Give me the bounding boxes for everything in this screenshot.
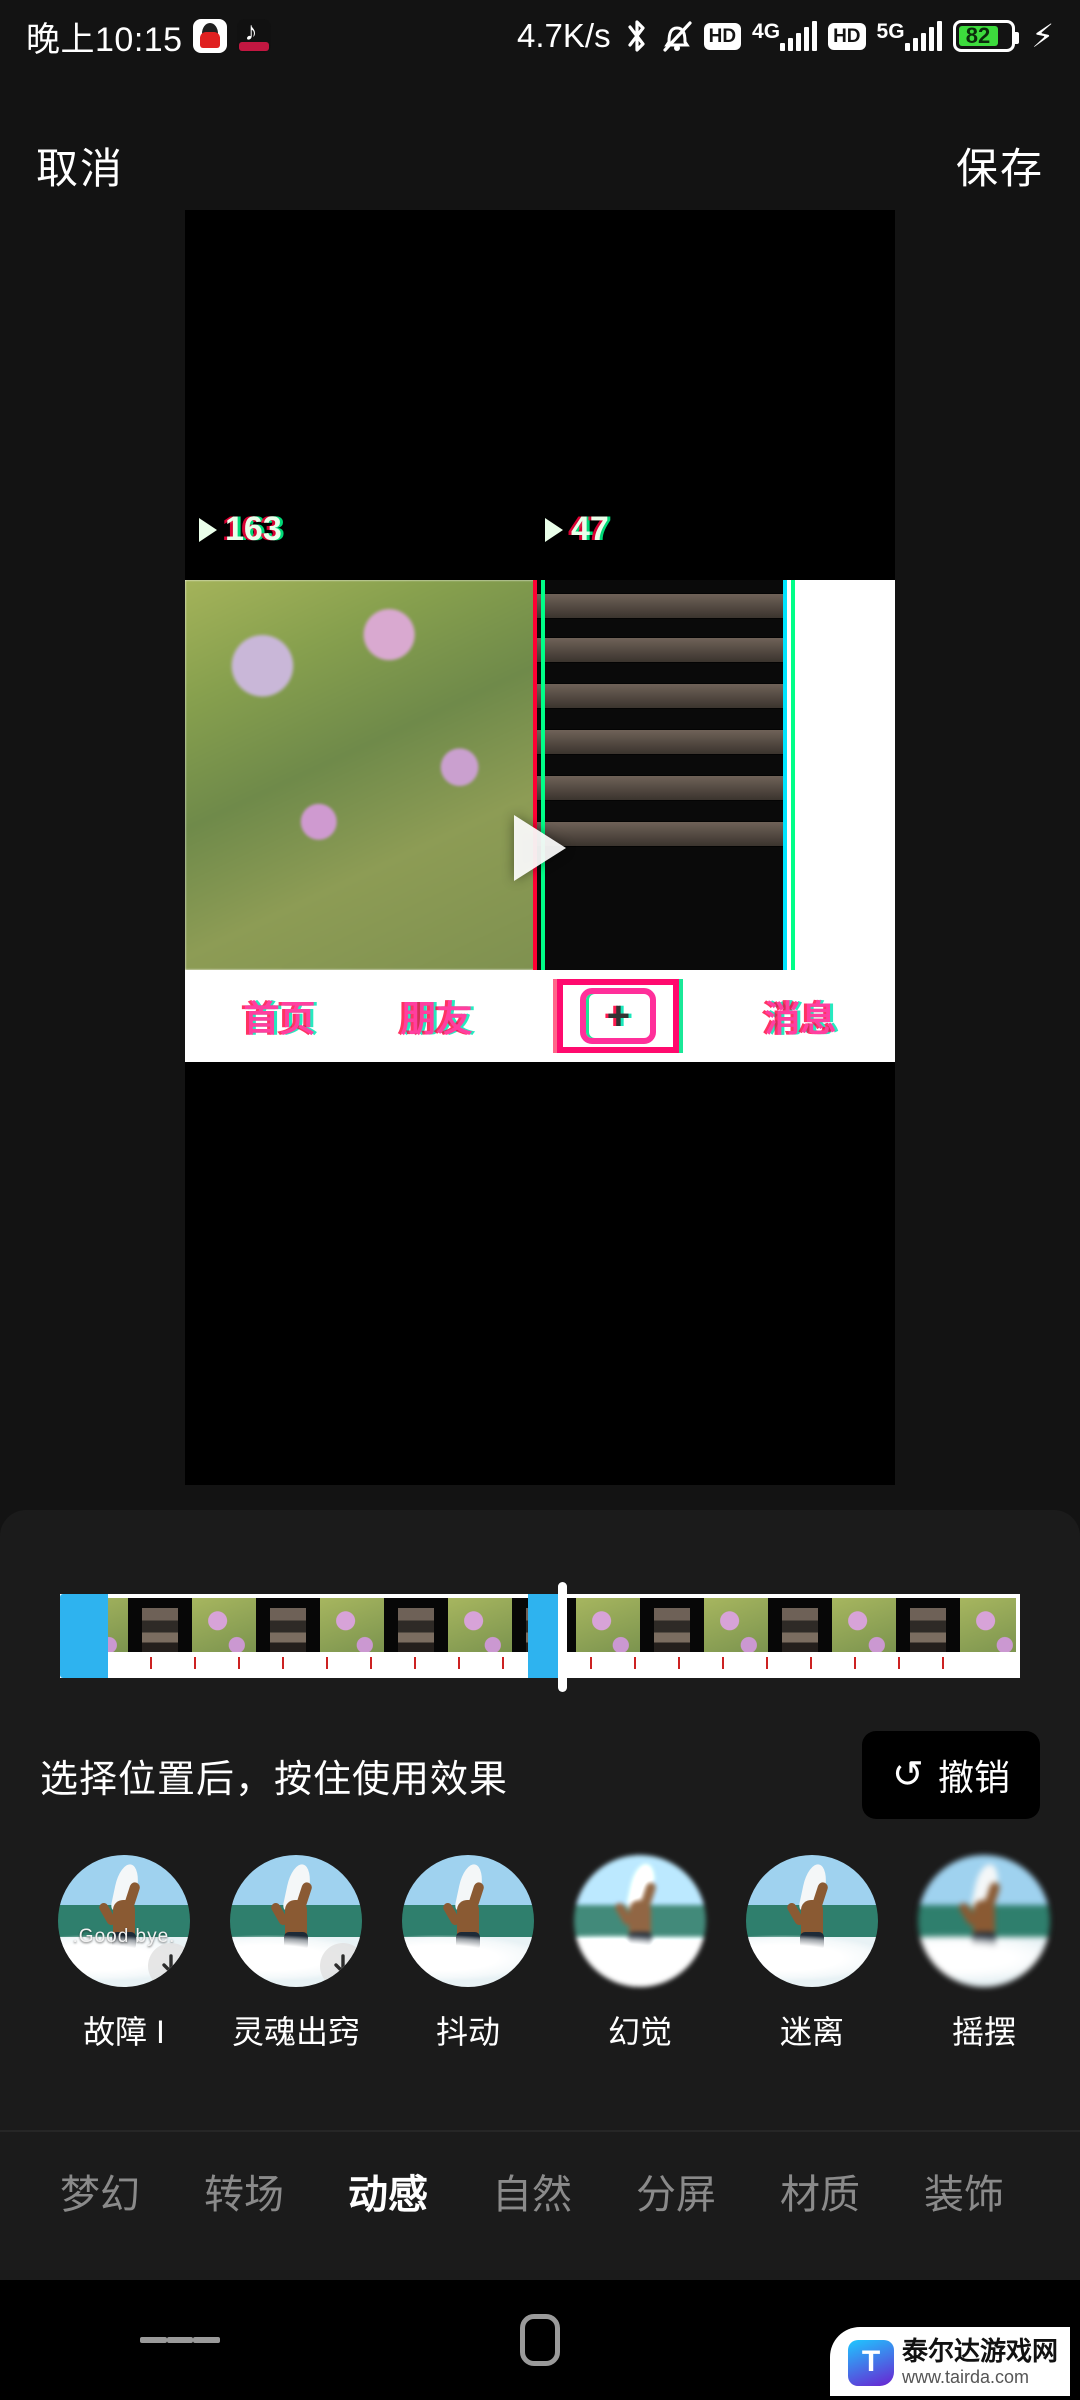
hd-icon-sim1: HD (703, 22, 742, 50)
view-count-left: 163 (199, 510, 282, 549)
bluetooth-icon (624, 19, 650, 53)
effect-item-illusion[interactable]: 幻觉 (554, 1855, 726, 2053)
signal-bars-sim1 (780, 21, 818, 51)
tab-decoration[interactable]: 装饰 (892, 2162, 1036, 2220)
timeline-selection-end-handle[interactable] (528, 1594, 562, 1678)
plus-label: + (606, 994, 631, 1038)
video-preview[interactable]: 163 47 首页 朋友 + 消息 (185, 210, 895, 1485)
cancel-button[interactable]: 取消 (36, 135, 124, 196)
charging-bolt-icon: ⚡ (1031, 18, 1054, 54)
network-speed: 4.7K/s (517, 17, 611, 54)
plus-icon: + (580, 988, 657, 1044)
preview-app-navbar: 首页 朋友 + 消息 (185, 970, 895, 1062)
effect-item-glitch-1[interactable]: .Good bye. 故障 I (38, 1855, 210, 2053)
signal-sim2: 5G (876, 20, 942, 51)
tab-split-screen[interactable]: 分屏 (604, 2162, 748, 2220)
home-icon[interactable] (500, 2310, 580, 2370)
status-time: 晚上10:15 (26, 20, 183, 59)
effect-thumbnail[interactable] (230, 1855, 362, 1987)
status-bar: 晚上10:15 4.7K/s HD 4G (0, 0, 1080, 72)
battery-level: 82 (958, 23, 998, 48)
preview-nav-messages: 消息 (764, 998, 837, 1039)
watermark-site-name: 泰尔达游戏网 (901, 2336, 1058, 2367)
effect-thumbnail[interactable] (918, 1855, 1050, 1987)
screen-root: 晚上10:15 4.7K/s HD 4G (0, 0, 1080, 2400)
effect-label: 迷离 (779, 2014, 844, 2050)
android-navbar[interactable]: ‹ 泰尔达游戏网 www.tairda.com (0, 2280, 1080, 2400)
network-gen-sim1: 4G (752, 20, 781, 43)
tab-dreamy[interactable]: 梦幻 (28, 2162, 172, 2220)
view-count-right: 47 (545, 510, 609, 549)
download-check-icon (148, 1943, 190, 1987)
effect-item-blur[interactable]: 迷离 (726, 1855, 898, 2053)
hint-row: 选择位置后，按住使用效果 ↻ 撤销 (0, 1720, 1080, 1830)
tab-natural[interactable]: 自然 (460, 2162, 604, 2220)
undo-icon: ↻ (892, 1754, 924, 1796)
category-tabs[interactable]: 梦幻 转场 动感 自然 分屏 材质 装饰 (0, 2130, 1080, 2250)
play-count-icon-right (545, 517, 563, 542)
status-bar-left: 晚上10:15 (26, 12, 271, 61)
tiktok-icon (236, 19, 271, 53)
effect-thumbnail[interactable]: .Good bye. (58, 1855, 190, 1987)
mute-icon (661, 19, 693, 53)
editor-header: 取消 保存 (0, 120, 1080, 210)
battery-icon: 82 (952, 20, 1019, 52)
effect-item-shake[interactable]: 抖动 (382, 1855, 554, 2053)
undo-label: 撤销 (937, 1757, 1010, 1798)
status-bar-right: 4.7K/s HD 4G HD 5G 82 ⚡ (517, 17, 1054, 55)
tab-dynamic[interactable]: 动感 (316, 2162, 460, 2220)
preview-nav-create-button: + (557, 979, 680, 1053)
tab-transition[interactable]: 转场 (172, 2162, 316, 2220)
video-preview-area[interactable]: 163 47 首页 朋友 + 消息 (0, 210, 1080, 1510)
effect-label: 故障 I (83, 2014, 165, 2050)
signal-sim1: 4G (752, 20, 818, 51)
network-gen-sim2: 5G (876, 20, 905, 43)
effect-label: 抖动 (435, 2014, 500, 2050)
watermark-site-url: www.tairda.com (901, 2367, 1030, 2388)
effect-thumbnail[interactable] (574, 1855, 706, 1987)
effect-item-sway[interactable]: 摇摆 (898, 1855, 1070, 2053)
preview-view-counts: 163 47 (185, 510, 895, 570)
preview-nav-home: 首页 (243, 998, 316, 1039)
timeline-selection-start-handle[interactable] (60, 1594, 108, 1678)
timeline-playhead[interactable] (558, 1582, 567, 1692)
play-icon[interactable] (514, 814, 566, 881)
effect-label: 灵魂出窍 (231, 2014, 360, 2050)
effect-item-soul-out[interactable]: 灵魂出窍 (210, 1855, 382, 2053)
preview-nav-friends: 朋友 (400, 998, 473, 1039)
hint-text: 选择位置后，按住使用效果 (40, 1758, 509, 1801)
qq-icon (192, 19, 227, 53)
effect-thumbnail[interactable] (402, 1855, 534, 1987)
view-count-left-value: 163 (225, 510, 282, 548)
signal-bars-sim2 (904, 21, 942, 51)
preview-pane-flowers (185, 580, 537, 970)
preview-pane-white (787, 580, 895, 970)
site-watermark: 泰尔达游戏网 www.tairda.com (829, 2327, 1070, 2396)
watermark-logo-icon (847, 2339, 894, 2386)
effect-label: 幻觉 (607, 2014, 672, 2050)
timeline[interactable] (0, 1582, 1080, 1692)
effect-label: 摇摆 (951, 2014, 1016, 2050)
effect-thumbnail[interactable] (746, 1855, 878, 1987)
hd-icon-sim2: HD (828, 22, 866, 50)
play-count-icon-left (199, 517, 217, 542)
download-check-icon (320, 1943, 362, 1987)
save-button[interactable]: 保存 (956, 135, 1044, 196)
preview-frame (185, 580, 895, 970)
tab-texture[interactable]: 材质 (748, 2162, 892, 2220)
preview-pane-dark (537, 580, 787, 970)
watermark-text: 泰尔达游戏网 www.tairda.com (902, 2337, 1058, 2388)
undo-button[interactable]: ↻ 撤销 (862, 1731, 1040, 1819)
view-count-right-value: 47 (571, 510, 609, 548)
effects-list[interactable]: .Good bye. 故障 I 灵魂出窍 抖动 幻觉 迷离 摇摆 (0, 1855, 1080, 2115)
menu-icon[interactable] (140, 2310, 221, 2370)
